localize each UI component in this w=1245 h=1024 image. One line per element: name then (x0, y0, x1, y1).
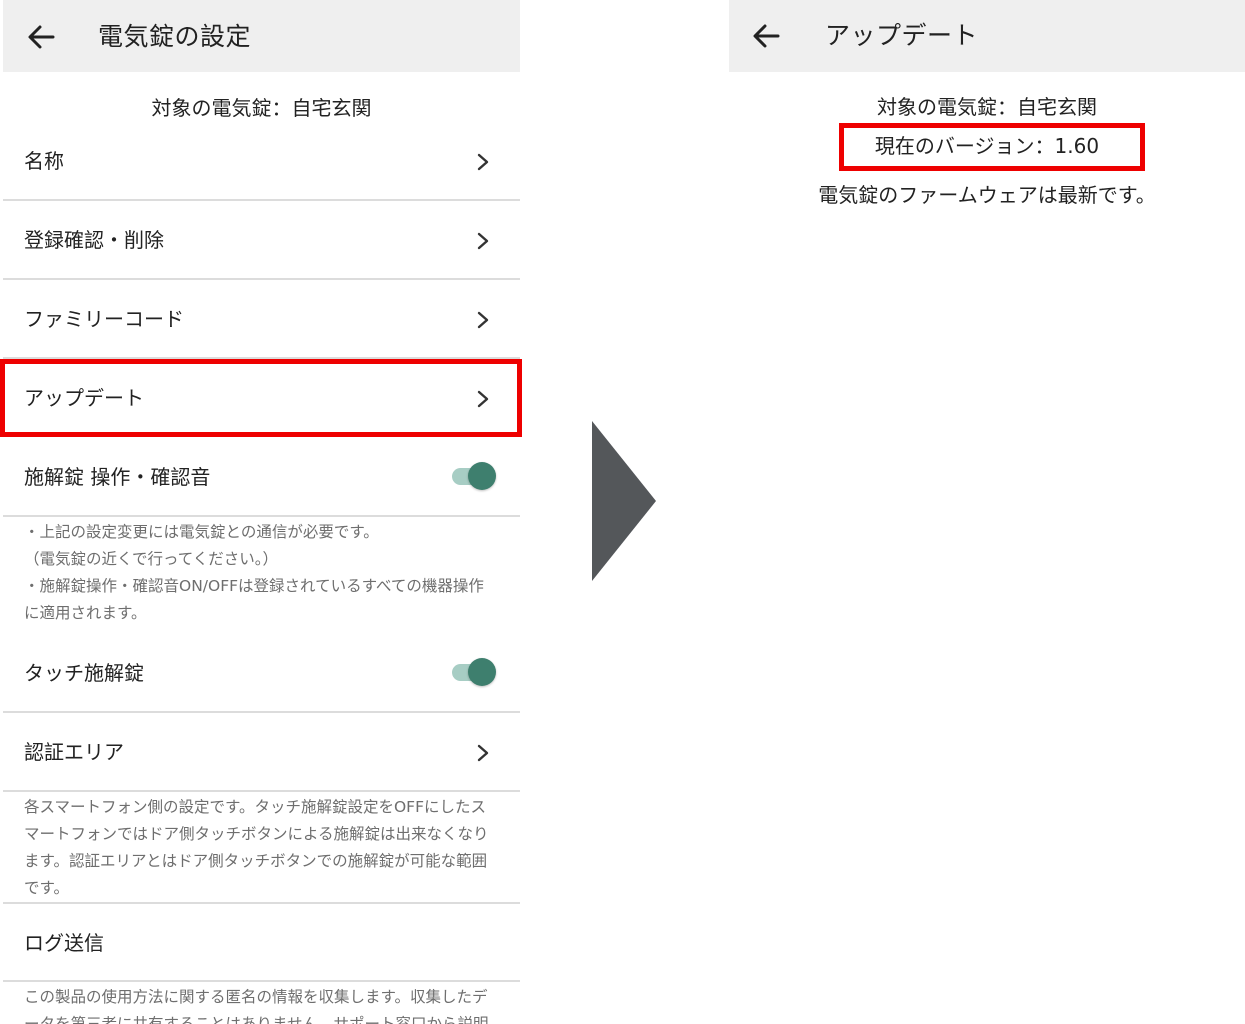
note-line: ータを第三者に共有することはありません。サポート窓口から説明 (24, 1015, 489, 1024)
settings-note: ・上記の設定変更には電気錠との通信が必要です。 （電気錠の近くで行ってください。… (24, 519, 509, 627)
lock-sound-toggle[interactable] (450, 462, 496, 490)
lock-settings-screen: 電気錠の設定 対象の電気錠：自宅玄関 名称 登録確認・削除 ファミリーコード ア… (3, 0, 520, 1024)
menu-item-lock-sound: 施解錠 操作・確認音 (3, 438, 520, 517)
update-screen: アップデート 対象の電気錠：自宅玄関 現在のバージョン：1.60 電気錠のファー… (729, 0, 1245, 1024)
app-bar: アップデート (729, 0, 1245, 72)
chevron-right-icon (477, 744, 489, 762)
chevron-right-icon (477, 311, 489, 329)
play-arrow-icon (592, 421, 656, 581)
firmware-status-text: 電気錠のファームウェアは最新です。 (818, 183, 1156, 207)
log-note: この製品の使用方法に関する匿名の情報を収集します。収集したデ ータを第三者に共有… (24, 984, 509, 1024)
touch-lock-note: 各スマートフォン側の設定です。タッチ施解錠設定をOFFにしたス マートフォンでは… (24, 794, 509, 902)
note-line: （電気錠の近くで行ってください。） (24, 550, 279, 568)
chevron-right-icon (477, 153, 489, 171)
arrow-left-icon[interactable] (23, 20, 59, 54)
menu-item-label: 認証エリア (24, 740, 124, 764)
chevron-right-icon (477, 390, 489, 408)
note-line: 各スマートフォン側の設定です。タッチ施解錠設定をOFFにしたス (24, 798, 487, 816)
page-title: 電気錠の設定 (98, 22, 252, 51)
note-line: です。 (24, 879, 69, 897)
menu-item-auth-area[interactable]: 認証エリア (3, 713, 520, 792)
menu-item-label: 名称 (24, 149, 64, 173)
menu-item-family-code[interactable]: ファミリーコード (3, 280, 520, 359)
note-line: ・施解錠操作・確認音ON/OFFは登録されているすべての機器操作 (24, 577, 484, 595)
menu-item-label: アップデート (24, 386, 144, 410)
toggle-thumb (468, 462, 496, 490)
menu-item-log-send[interactable]: ログ送信 (3, 902, 520, 982)
target-lock-label: 対象の電気錠：自宅玄関 (151, 96, 372, 120)
note-line: に適用されます。 (24, 604, 147, 622)
note-line: ます。認証エリアとはドア側タッチボタンでの施解錠が可能な範囲 (24, 852, 488, 870)
app-bar: 電気錠の設定 (3, 0, 520, 72)
menu-item-label: ファミリーコード (24, 307, 184, 331)
menu-item-label: ログ送信 (24, 931, 104, 955)
menu-item-label: 施解錠 操作・確認音 (24, 465, 211, 489)
menu-item-label: タッチ施解錠 (24, 661, 144, 685)
toggle-thumb (468, 658, 496, 686)
menu-item-touch-lock: タッチ施解錠 (3, 634, 520, 713)
note-line: ・上記の設定変更には電気錠との通信が必要です。 (24, 523, 379, 541)
menu-item-registration[interactable]: 登録確認・削除 (3, 201, 520, 280)
arrow-left-icon[interactable] (748, 19, 784, 53)
current-version-label: 現在のバージョン：1.60 (874, 134, 1100, 158)
menu-item-label: 登録確認・削除 (24, 228, 164, 252)
note-line: この製品の使用方法に関する匿名の情報を収集します。収集したデ (24, 988, 488, 1006)
touch-lock-toggle[interactable] (450, 658, 496, 686)
menu-item-update[interactable]: アップデート (3, 359, 520, 438)
target-lock-label: 対象の電気錠：自宅玄関 (877, 95, 1097, 119)
menu-item-name[interactable]: 名称 (3, 122, 520, 201)
note-line: マートフォンではドア側タッチボタンによる施解錠は出来なくなり (24, 825, 489, 843)
chevron-right-icon (477, 232, 489, 250)
page-title: アップデート (825, 21, 979, 50)
